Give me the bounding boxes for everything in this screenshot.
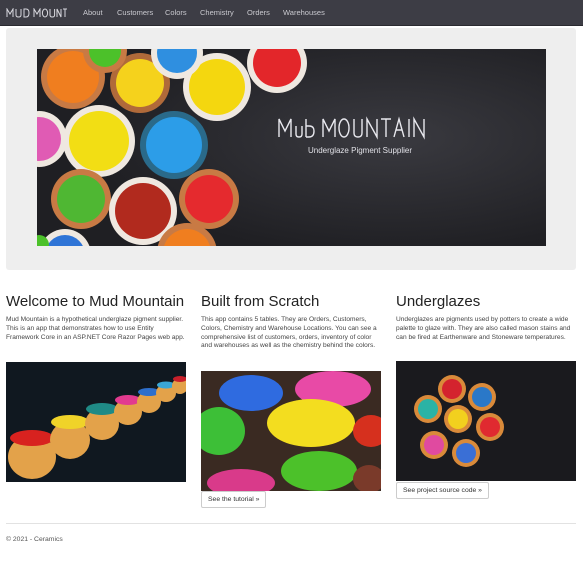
footer-divider xyxy=(6,523,576,524)
column-built: Built from Scratch This app contains 5 t… xyxy=(201,293,383,351)
brand-wordmark xyxy=(6,8,67,18)
built-heading: Built from Scratch xyxy=(201,293,320,310)
see-tutorial-button[interactable]: See the tutorial » xyxy=(201,491,267,508)
built-image xyxy=(201,371,381,491)
see-source-code-button[interactable]: See project source code » xyxy=(396,482,489,499)
hero-banner: Underglaze Pigment Supplier xyxy=(37,49,546,246)
nav-chemistry[interactable]: Chemistry xyxy=(200,8,234,17)
column-welcome: Welcome to Mud Mountain Mud Mountain is … xyxy=(6,293,188,342)
nav-warehouses[interactable]: Warehouses xyxy=(283,8,325,17)
hero-banner-subtitle: Underglaze Pigment Supplier xyxy=(308,146,412,155)
welcome-body: Mud Mountain is a hypothetical underglaz… xyxy=(6,316,185,341)
footer-text: © 2021 - Ceramics xyxy=(6,536,63,543)
navbar: About Customers Colors Chemistry Orders … xyxy=(0,0,583,26)
welcome-heading: Welcome to Mud Mountain xyxy=(6,293,185,310)
underglazes-image xyxy=(396,361,576,481)
nav-about[interactable]: About xyxy=(83,8,103,17)
welcome-image xyxy=(6,362,186,482)
column-underglazes: Underglazes Underglazes are pigments use… xyxy=(396,293,578,342)
nav-orders[interactable]: Orders xyxy=(247,8,270,17)
underglazes-body: Underglazes are pigments used by potters… xyxy=(396,316,571,341)
brand-logo[interactable] xyxy=(6,7,68,19)
nav-colors[interactable]: Colors xyxy=(165,8,187,17)
built-body: This app contains 5 tables. They are Ord… xyxy=(201,316,377,350)
nav-customers[interactable]: Customers xyxy=(117,8,153,17)
hero-banner-image: Underglaze Pigment Supplier xyxy=(37,49,546,246)
underglazes-heading: Underglazes xyxy=(396,293,481,310)
